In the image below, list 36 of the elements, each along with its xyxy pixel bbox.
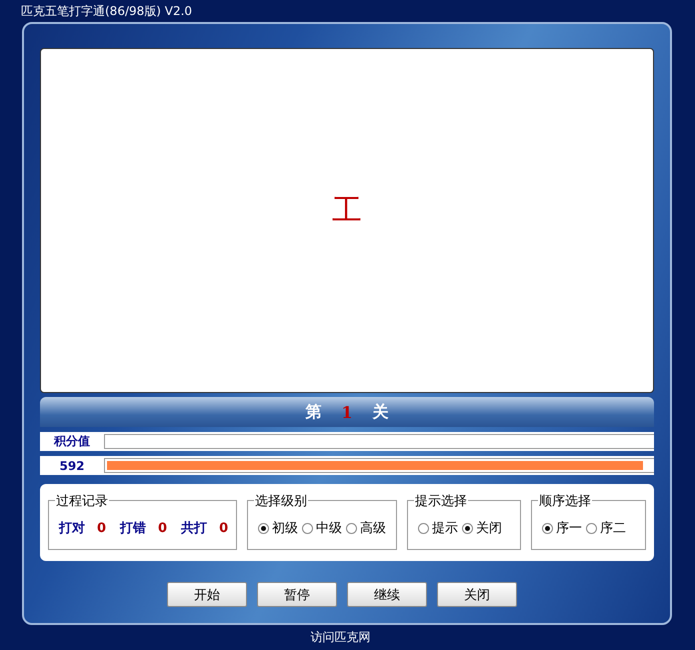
radio-button[interactable] [462, 522, 473, 534]
group-title: 选择级别 [254, 492, 308, 510]
radio-button[interactable] [346, 522, 357, 534]
stat-value: 0 [219, 520, 228, 536]
target-character: 工 [332, 192, 362, 230]
group-title: 提示选择 [414, 492, 468, 510]
action-button[interactable]: 继续 [347, 582, 427, 607]
radio-button[interactable] [258, 522, 269, 534]
stat-label: 共打 [181, 520, 208, 537]
group-title: 顺序选择 [538, 492, 592, 510]
radio-label[interactable]: 高级 [360, 519, 386, 537]
score-label: 积分值 [52, 433, 91, 450]
level-prefix: 第 [304, 402, 322, 422]
action-button[interactable]: 开始 [167, 582, 247, 607]
level-suffix: 关 [371, 402, 390, 422]
radio-label[interactable]: 提示 [432, 519, 458, 537]
radio-button[interactable] [542, 522, 553, 534]
radio-button[interactable] [418, 522, 429, 534]
website-link[interactable]: 访问匹克网 [310, 629, 384, 646]
radio-button[interactable] [302, 522, 313, 534]
window-title: 匹克五笔打字通(86/98版) V2.0 [20, 2, 194, 20]
level-number: 1 [340, 402, 354, 422]
stat-label: 打错 [120, 520, 146, 537]
radio-label[interactable]: 初级 [272, 519, 298, 537]
action-button[interactable]: 关闭 [437, 582, 517, 607]
stat-label: 打对 [59, 520, 85, 537]
radio-label[interactable]: 序二 [600, 519, 626, 537]
radio-label[interactable]: 中级 [316, 519, 342, 537]
stat-value: 0 [97, 520, 106, 536]
time-value: 592 [58, 458, 86, 472]
radio-label[interactable]: 关闭 [476, 519, 502, 537]
radio-label[interactable]: 序一 [556, 519, 582, 537]
radio-button[interactable] [586, 522, 597, 534]
group-title: 过程记录 [55, 492, 109, 510]
stat-value: 0 [158, 520, 168, 536]
action-button[interactable]: 暂停 [257, 582, 337, 607]
